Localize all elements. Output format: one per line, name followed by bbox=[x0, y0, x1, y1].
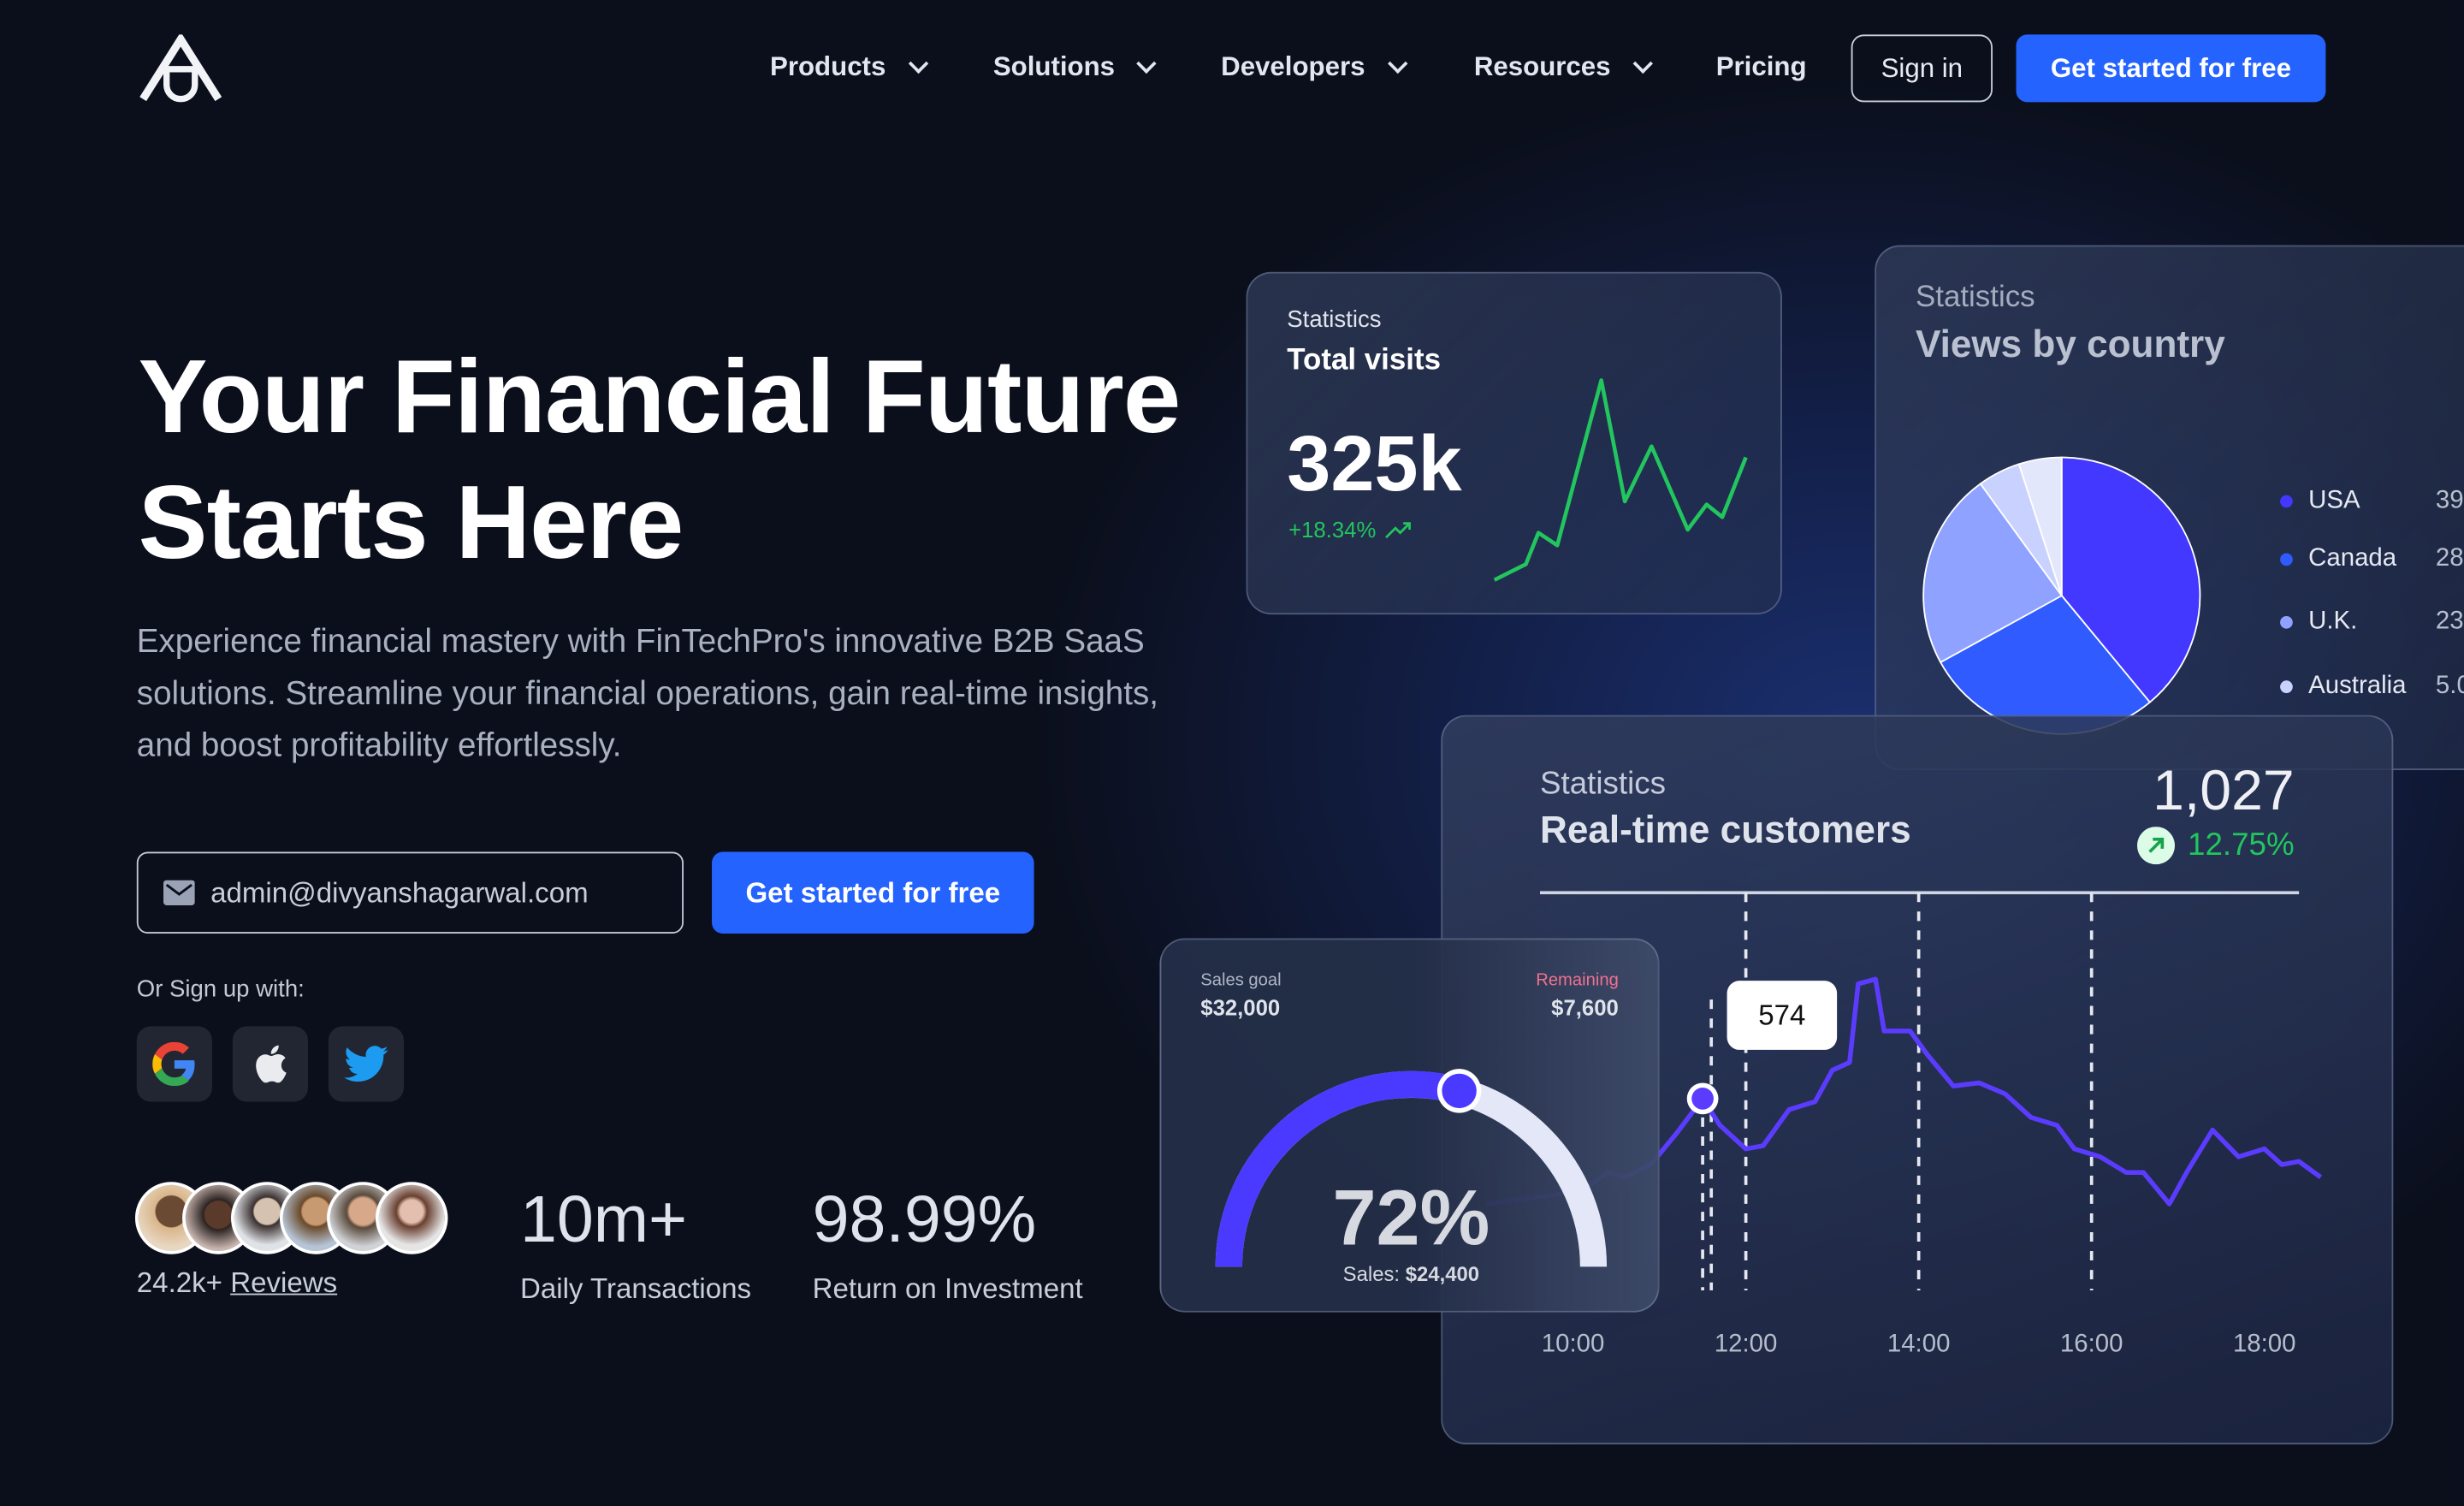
sales-amount: Sales: $24,400 bbox=[1161, 1261, 1657, 1286]
legend-item: Australia 5.0 bbox=[2280, 673, 2464, 701]
reviews-count: 24.2k+ bbox=[136, 1266, 222, 1299]
stat-transactions-label: Daily Transactions bbox=[519, 1272, 752, 1305]
nav-developers[interactable]: Developers bbox=[1221, 51, 1407, 84]
twitter-signup-button[interactable] bbox=[328, 1026, 405, 1102]
x-tick-label: 14:00 bbox=[1886, 1331, 1951, 1358]
chevron-down-icon bbox=[1387, 53, 1407, 74]
chevron-down-icon bbox=[1632, 53, 1653, 74]
total-visits-card: Statistics Total visits 325k +18.34% bbox=[1246, 271, 1782, 615]
x-tick-label: 16:00 bbox=[2059, 1331, 2123, 1358]
reviews: 24.2k+ Reviews bbox=[137, 1266, 337, 1300]
google-signup-button[interactable] bbox=[136, 1026, 212, 1102]
logo-icon bbox=[139, 32, 222, 103]
legend-country: USA bbox=[2308, 487, 2360, 514]
legend-country: Australia bbox=[2308, 673, 2407, 700]
legend-dot bbox=[2280, 553, 2293, 566]
legend-country: U.K. bbox=[2308, 608, 2358, 636]
x-tick-label: 10:00 bbox=[1541, 1331, 1605, 1358]
legend-value: 5.0 bbox=[2435, 673, 2464, 700]
highlight-point[interactable] bbox=[1691, 1088, 1714, 1110]
mail-icon bbox=[163, 880, 195, 905]
legend-dot bbox=[2280, 615, 2293, 629]
hero-title-line1: Your Financial Future bbox=[138, 337, 1182, 454]
legend-dot bbox=[2280, 495, 2293, 508]
nav-label: Developers bbox=[1221, 51, 1365, 82]
stat-transactions-value: 10m+ bbox=[519, 1182, 688, 1256]
sales-value: $24,400 bbox=[1405, 1261, 1480, 1286]
email-input[interactable]: admin@divyanshagarwal.com bbox=[136, 851, 684, 934]
nav-pricing[interactable]: Pricing bbox=[1716, 52, 1807, 84]
logo[interactable] bbox=[139, 32, 223, 104]
hero-title: Your Financial Future Starts Here bbox=[138, 333, 1182, 584]
nav-label: Pricing bbox=[1715, 51, 1807, 82]
x-tick-label: 18:00 bbox=[2232, 1331, 2296, 1358]
sign-in-button[interactable]: Sign in bbox=[1851, 34, 1993, 103]
google-icon bbox=[152, 1041, 195, 1087]
stat-roi-label: Return on Investment bbox=[812, 1272, 1083, 1305]
nav-products[interactable]: Products bbox=[769, 51, 928, 84]
x-tick-label: 12:00 bbox=[1714, 1331, 1778, 1358]
legend-item: Canada 28 bbox=[2280, 545, 2464, 573]
legend-dot bbox=[2280, 680, 2293, 693]
apple-icon bbox=[256, 1045, 287, 1083]
nav-get-started-button[interactable]: Get started for free bbox=[2016, 34, 2326, 103]
hero-get-started-button[interactable]: Get started for free bbox=[712, 851, 1034, 934]
hero-title-line2: Starts Here bbox=[138, 463, 684, 580]
avatar bbox=[375, 1182, 448, 1254]
nav-resources[interactable]: Resources bbox=[1473, 51, 1653, 84]
total-visits-sparkline bbox=[1493, 378, 1748, 582]
nav-solutions[interactable]: Solutions bbox=[992, 51, 1158, 84]
apple-signup-button[interactable] bbox=[232, 1026, 308, 1102]
legend-value: 28 bbox=[2435, 545, 2464, 572]
chart-tooltip: 574 bbox=[1727, 981, 1838, 1050]
legend-item: U.K. 23 bbox=[2280, 608, 2464, 637]
sales-percent: 72% bbox=[1332, 1174, 1490, 1262]
legend-value: 23 bbox=[2435, 608, 2464, 636]
sales-goal-card: Sales goal $32,000 Remaining $7,600 72% … bbox=[1159, 938, 1660, 1313]
sales-label: Sales: bbox=[1342, 1261, 1401, 1286]
gauge-knob[interactable] bbox=[1442, 1073, 1477, 1109]
nav-label: Resources bbox=[1473, 51, 1611, 82]
chevron-down-icon bbox=[908, 53, 928, 74]
landing-page: Products Solutions Developers Resources … bbox=[0, 0, 2464, 1506]
reviews-link[interactable]: Reviews bbox=[230, 1266, 337, 1298]
views-by-country-card: Statistics Views by country USA 39 Canada 2… bbox=[1875, 245, 2464, 770]
email-value: admin@divyanshagarwal.com bbox=[210, 875, 589, 908]
hero-description: Experience financial mastery with FinTec… bbox=[136, 624, 1158, 764]
twitter-icon bbox=[344, 1046, 388, 1082]
stat-roi-value: 98.99% bbox=[812, 1182, 1037, 1256]
nav-label: Solutions bbox=[992, 51, 1116, 82]
legend-item: USA 39 bbox=[2280, 487, 2464, 515]
sparkline-series bbox=[1493, 378, 1748, 582]
legend-country: Canada bbox=[2308, 545, 2397, 572]
nav-label: Products bbox=[769, 51, 886, 82]
signup-with-label: Or Sign up with: bbox=[136, 975, 305, 1003]
chevron-down-icon bbox=[1137, 53, 1158, 74]
legend-value: 39 bbox=[2435, 487, 2464, 514]
